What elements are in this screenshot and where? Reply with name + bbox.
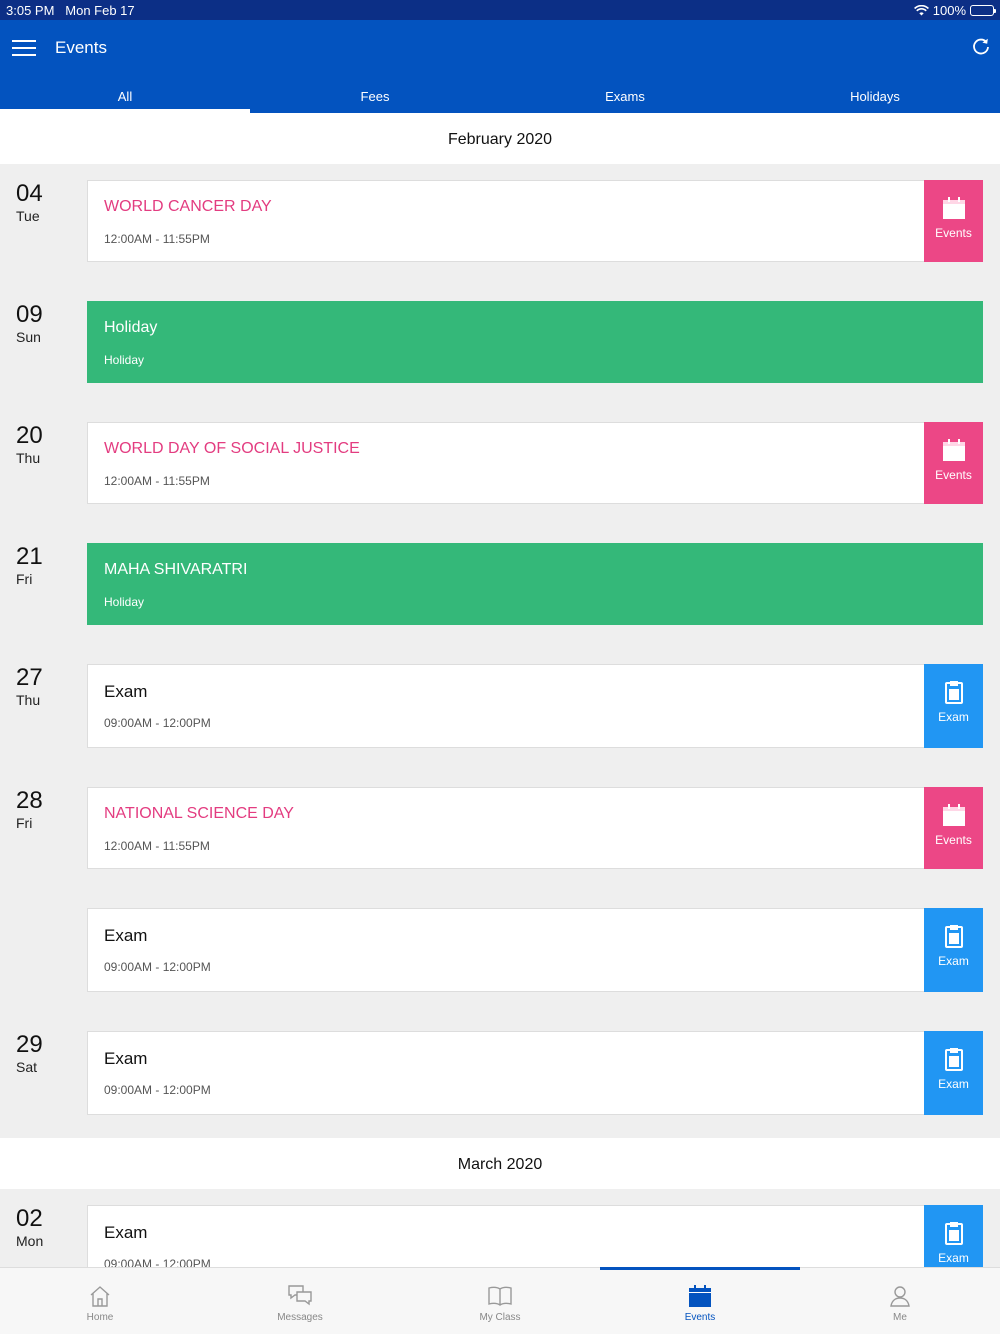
month-header: February 2020 [0, 113, 1000, 164]
event-time: 12:00AM - 11:55PM [104, 839, 210, 853]
clipboard-icon [944, 925, 963, 948]
event-type-badge: Exam [924, 1031, 983, 1115]
event-title: Exam [104, 1223, 148, 1242]
date-label: 21 Fri [16, 543, 43, 588]
page-title: Events [55, 38, 107, 57]
nav-home[interactable]: Home [0, 1268, 200, 1334]
clipboard-icon [944, 1048, 963, 1071]
messages-icon [288, 1285, 312, 1306]
event-card[interactable]: WORLD CANCER DAY 12:00AM - 11:55PM Event… [87, 180, 983, 262]
date-label: 27 Thu [16, 664, 43, 709]
event-title: MAHA SHIVARATRI [104, 561, 248, 578]
event-time: Holiday [104, 595, 145, 609]
event-type-badge: Events [924, 180, 983, 262]
event-card[interactable]: NATIONAL SCIENCE DAY 12:00AM - 11:55PM E… [87, 787, 983, 869]
calendar-icon [689, 1285, 711, 1307]
exam-card[interactable]: Exam 09:00AM - 12:00PM Exam [87, 1031, 983, 1115]
event-title: Exam [104, 926, 148, 945]
nav-events[interactable]: Events [600, 1267, 800, 1334]
status-bar: 3:05 PM Mon Feb 17 100% [0, 0, 1000, 20]
nav-me[interactable]: Me [800, 1268, 1000, 1334]
date-label: 28 Fri [16, 787, 43, 832]
event-title: WORLD CANCER DAY [104, 198, 272, 215]
event-time: 12:00AM - 11:55PM [104, 232, 210, 246]
holiday-card[interactable]: Holiday Holiday [87, 301, 983, 383]
event-time: 12:00AM - 11:55PM [104, 474, 210, 488]
event-type-badge: Exam [924, 664, 983, 748]
nav-my-class[interactable]: My Class [400, 1268, 600, 1334]
clipboard-icon [944, 681, 963, 704]
month-header: March 2020 [0, 1138, 1000, 1189]
event-time: 09:00AM - 12:00PM [104, 1083, 211, 1097]
nav-messages[interactable]: Messages [200, 1268, 400, 1334]
event-card[interactable]: WORLD DAY OF SOCIAL JUSTICE 12:00AM - 11… [87, 422, 983, 504]
event-type-badge: Exam [924, 908, 983, 992]
exam-card[interactable]: Exam 09:00AM - 12:00PM Exam [87, 1205, 983, 1267]
app-header: Events All Fees Exams Holidays [0, 20, 1000, 113]
calendar-icon [942, 804, 965, 826]
menu-icon[interactable] [12, 40, 36, 56]
status-time: 3:05 PM Mon Feb 17 [6, 3, 135, 18]
events-list[interactable]: February 2020 04 Tue WORLD CANCER DAY 12:… [0, 113, 1000, 1267]
tab-exams[interactable]: Exams [500, 80, 750, 113]
tab-holidays[interactable]: Holidays [750, 80, 1000, 113]
exam-card[interactable]: Exam 09:00AM - 12:00PM Exam [87, 908, 983, 992]
wifi-icon [913, 5, 929, 16]
event-title: Exam [104, 682, 148, 701]
event-title: WORLD DAY OF SOCIAL JUSTICE [104, 440, 360, 457]
home-icon [90, 1286, 110, 1307]
filter-tabs: All Fees Exams Holidays [0, 80, 1000, 113]
status-right: 100% [913, 3, 996, 18]
battery-icon [970, 5, 996, 16]
date-label: 02 Mon [16, 1205, 44, 1250]
refresh-icon[interactable] [971, 37, 991, 57]
event-title: Holiday [104, 319, 158, 336]
user-icon [890, 1286, 910, 1307]
bottom-tab-bar: Home Messages My Class Events Me [0, 1267, 1000, 1334]
event-time: Holiday [104, 353, 145, 367]
event-time: 09:00AM - 12:00PM [104, 1257, 211, 1267]
battery-percent: 100% [932, 3, 966, 18]
event-type-badge: Events [924, 787, 983, 869]
event-time: 09:00AM - 12:00PM [104, 716, 211, 730]
date-label: 04 Tue [16, 180, 43, 225]
calendar-icon [942, 439, 965, 461]
date-label: 29 Sat [16, 1031, 43, 1076]
event-time: 09:00AM - 12:00PM [104, 960, 211, 974]
date-label: 09 Sun [16, 301, 43, 346]
event-title: Exam [104, 1049, 148, 1068]
exam-card[interactable]: Exam 09:00AM - 12:00PM Exam [87, 664, 983, 748]
tab-fees[interactable]: Fees [250, 80, 500, 113]
event-type-badge: Events [924, 422, 983, 504]
tab-all[interactable]: All [0, 80, 250, 113]
calendar-icon [942, 197, 965, 219]
clipboard-icon [944, 1222, 963, 1245]
date-label: 20 Thu [16, 422, 43, 467]
book-icon [488, 1286, 512, 1306]
event-title: NATIONAL SCIENCE DAY [104, 805, 294, 822]
event-type-badge: Exam [924, 1205, 983, 1267]
holiday-card[interactable]: MAHA SHIVARATRI Holiday [87, 543, 983, 625]
